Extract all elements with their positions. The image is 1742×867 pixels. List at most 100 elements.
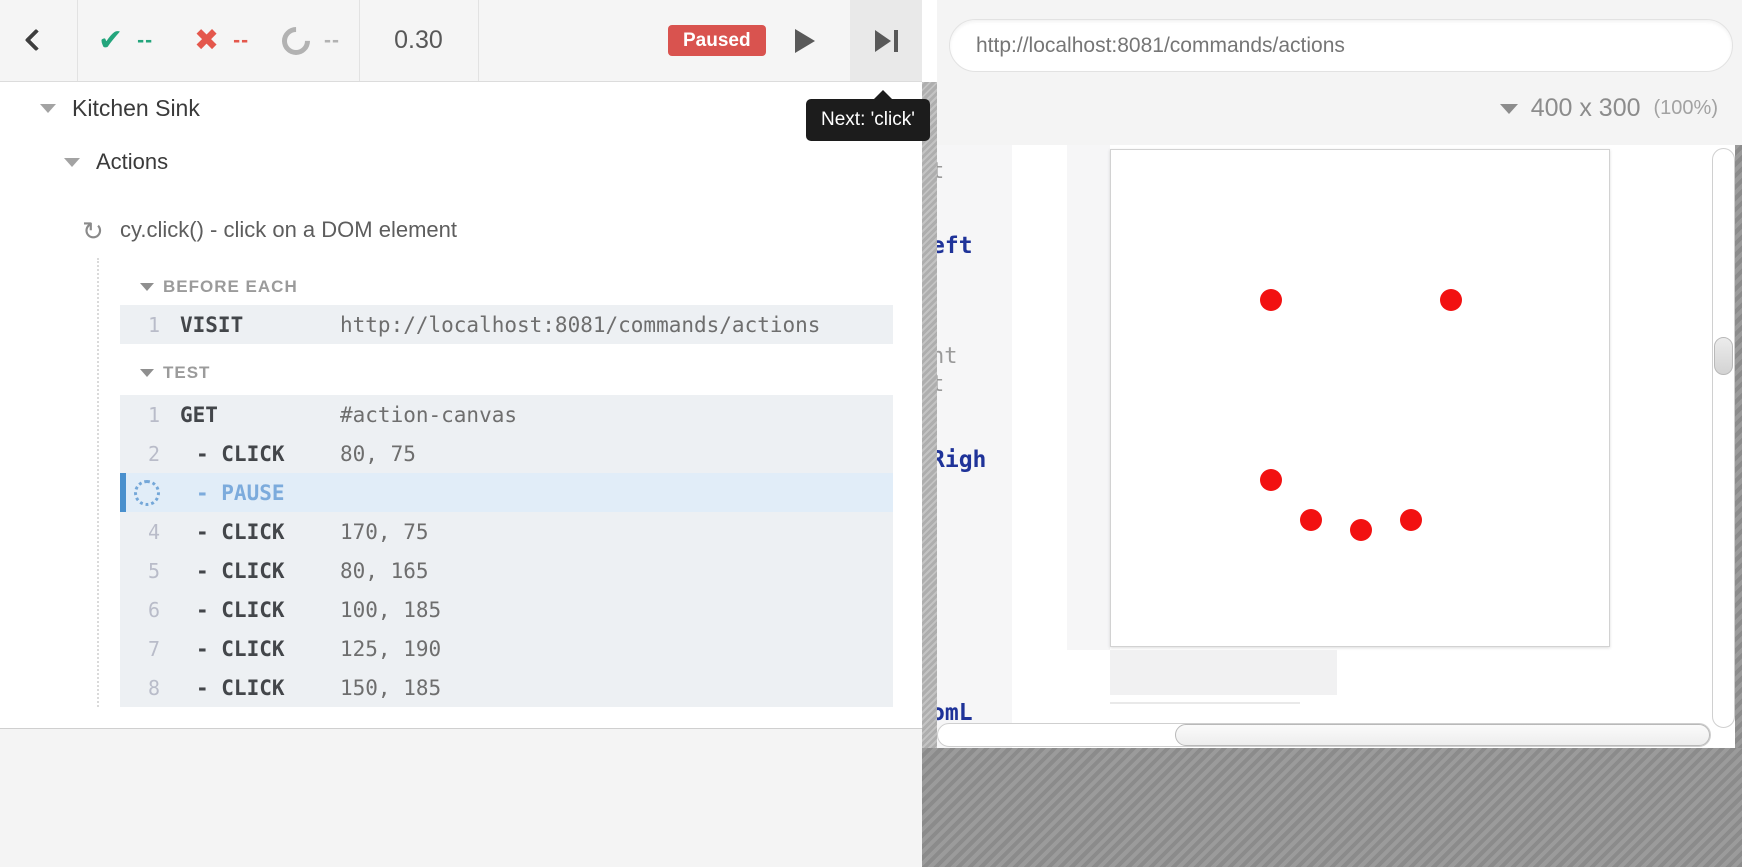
code-fragment: eft	[937, 233, 973, 259]
command-row-get[interactable]: 1 GET #action-canvas	[120, 395, 893, 434]
reporter-toolbar: ✔ -- ✖ -- -- 0.30 Paused	[0, 0, 922, 82]
back-button[interactable]	[0, 0, 77, 81]
command-args: 80, 165	[340, 559, 429, 583]
chevron-down-icon	[140, 369, 154, 377]
test-title: cy.click() - click on a DOM element	[120, 217, 720, 243]
hook-header-test[interactable]: TEST	[140, 363, 210, 383]
command-row-click[interactable]: 7 - CLICK 125, 190	[120, 629, 893, 668]
reporter-panel: ✔ -- ✖ -- -- 0.30 Paused Next: 'click'	[0, 0, 922, 867]
failed-count: --	[233, 29, 249, 53]
back-chevron-icon	[25, 29, 48, 52]
chevron-down-icon[interactable]	[64, 158, 80, 167]
click-dot	[1440, 289, 1462, 311]
horizontal-scrollbar[interactable]	[937, 723, 1711, 747]
pause-spinner-icon	[134, 480, 160, 506]
pending-count: --	[324, 29, 340, 53]
command-number: 8	[120, 676, 160, 700]
command-row-click[interactable]: 5 - CLICK 80, 165	[120, 551, 893, 590]
command-number: 4	[120, 520, 160, 544]
resume-button[interactable]	[780, 0, 830, 81]
command-row-click[interactable]: 6 - CLICK 100, 185	[120, 590, 893, 629]
command-number: 5	[120, 559, 160, 583]
next-step-button[interactable]	[850, 0, 922, 81]
passed-check-icon: ✔	[98, 26, 123, 56]
stat-passed: ✔ --	[98, 0, 153, 81]
hook-label: BEFORE EACH	[163, 277, 298, 297]
command-args: 80, 75	[340, 442, 416, 466]
suite-actions[interactable]: Actions	[96, 149, 168, 175]
command-args: 150, 185	[340, 676, 441, 700]
page-section-block	[1110, 650, 1337, 695]
failed-x-icon: ✖	[194, 26, 219, 56]
action-canvas[interactable]	[1110, 149, 1610, 647]
next-step-tooltip: Next: 'click'	[806, 99, 930, 141]
click-dot	[1400, 509, 1422, 531]
command-number: 1	[120, 313, 160, 337]
stat-pending: --	[282, 0, 340, 81]
passed-count: --	[137, 29, 153, 53]
aut-panel: http://localhost:8081/commands/actions 4…	[937, 0, 1742, 867]
chevron-down-icon[interactable]	[40, 104, 56, 113]
command-args: #action-canvas	[340, 403, 517, 427]
suite-kitchen-sink[interactable]: Kitchen Sink	[72, 95, 200, 122]
command-name: - PAUSE	[180, 481, 340, 505]
command-name: - CLICK	[180, 598, 340, 622]
play-icon	[795, 29, 815, 53]
command-row-pause[interactable]: - PAUSE	[120, 473, 893, 512]
test-duration: 0.30	[359, 0, 478, 81]
hook-header-before-each[interactable]: BEFORE EACH	[140, 277, 298, 297]
command-name: - CLICK	[180, 442, 340, 466]
command-args: 125, 190	[340, 637, 441, 661]
test-refresh-icon: ↻	[82, 216, 104, 247]
pending-circle-icon	[276, 21, 316, 61]
command-args: http://localhost:8081/commands/actions	[340, 313, 820, 337]
viewport-dropdown-icon[interactable]	[1500, 104, 1518, 114]
toolbar-divider	[478, 0, 479, 81]
command-name: VISIT	[180, 313, 340, 337]
command-name: - CLICK	[180, 559, 340, 583]
cypress-test-runner: ✔ -- ✖ -- -- 0.30 Paused Next: 'click'	[0, 0, 1742, 867]
click-dot	[1260, 469, 1282, 491]
viewport-scale: (100%)	[1654, 97, 1718, 120]
overflow-stripes	[922, 748, 1742, 867]
command-name: GET	[180, 403, 340, 427]
step-forward-bar-icon	[894, 30, 898, 52]
indent-guide-line	[97, 258, 99, 707]
step-forward-icon	[875, 30, 891, 52]
command-args: 170, 75	[340, 520, 429, 544]
command-row-click[interactable]: 2 - CLICK 80, 75	[120, 434, 893, 473]
reporter-footer-area	[0, 728, 922, 867]
horizontal-scrollbar-thumb[interactable]	[1175, 724, 1710, 746]
paused-badge: Paused	[668, 25, 766, 56]
toolbar-divider	[77, 0, 78, 81]
click-dot	[1260, 289, 1282, 311]
command-number: 1	[120, 403, 160, 427]
command-args: 100, 185	[340, 598, 441, 622]
click-dot	[1300, 509, 1322, 531]
command-row-click[interactable]: 4 - CLICK 170, 75	[120, 512, 893, 551]
page-divider-line	[1110, 702, 1300, 704]
code-fragment: ht	[937, 344, 958, 369]
code-fragment: t	[937, 159, 944, 184]
viewport-info[interactable]: 400 x 300 (100%)	[1500, 94, 1718, 123]
command-name: - CLICK	[180, 676, 340, 700]
code-fragment: t	[937, 372, 944, 397]
hook-label: TEST	[163, 363, 210, 383]
command-row-click[interactable]: 8 - CLICK 150, 185	[120, 668, 893, 707]
command-number: 2	[120, 442, 160, 466]
command-name: - CLICK	[180, 520, 340, 544]
stat-failed: ✖ --	[194, 0, 249, 81]
overflow-stripes	[1735, 145, 1742, 748]
url-input[interactable]: http://localhost:8081/commands/actions	[949, 19, 1733, 72]
command-number: 6	[120, 598, 160, 622]
click-dot	[1350, 519, 1372, 541]
aut-viewport: t eft ht t Righ omL	[937, 145, 1735, 748]
vertical-scrollbar[interactable]	[1712, 148, 1735, 728]
command-number: 7	[120, 637, 160, 661]
vertical-scrollbar-thumb[interactable]	[1714, 337, 1733, 375]
code-fragment: Righ	[937, 447, 986, 473]
viewport-size: 400 x 300	[1531, 94, 1641, 123]
command-name: - CLICK	[180, 637, 340, 661]
command-row-visit[interactable]: 1 VISIT http://localhost:8081/commands/a…	[120, 305, 893, 344]
page-background-column	[1067, 145, 1110, 650]
